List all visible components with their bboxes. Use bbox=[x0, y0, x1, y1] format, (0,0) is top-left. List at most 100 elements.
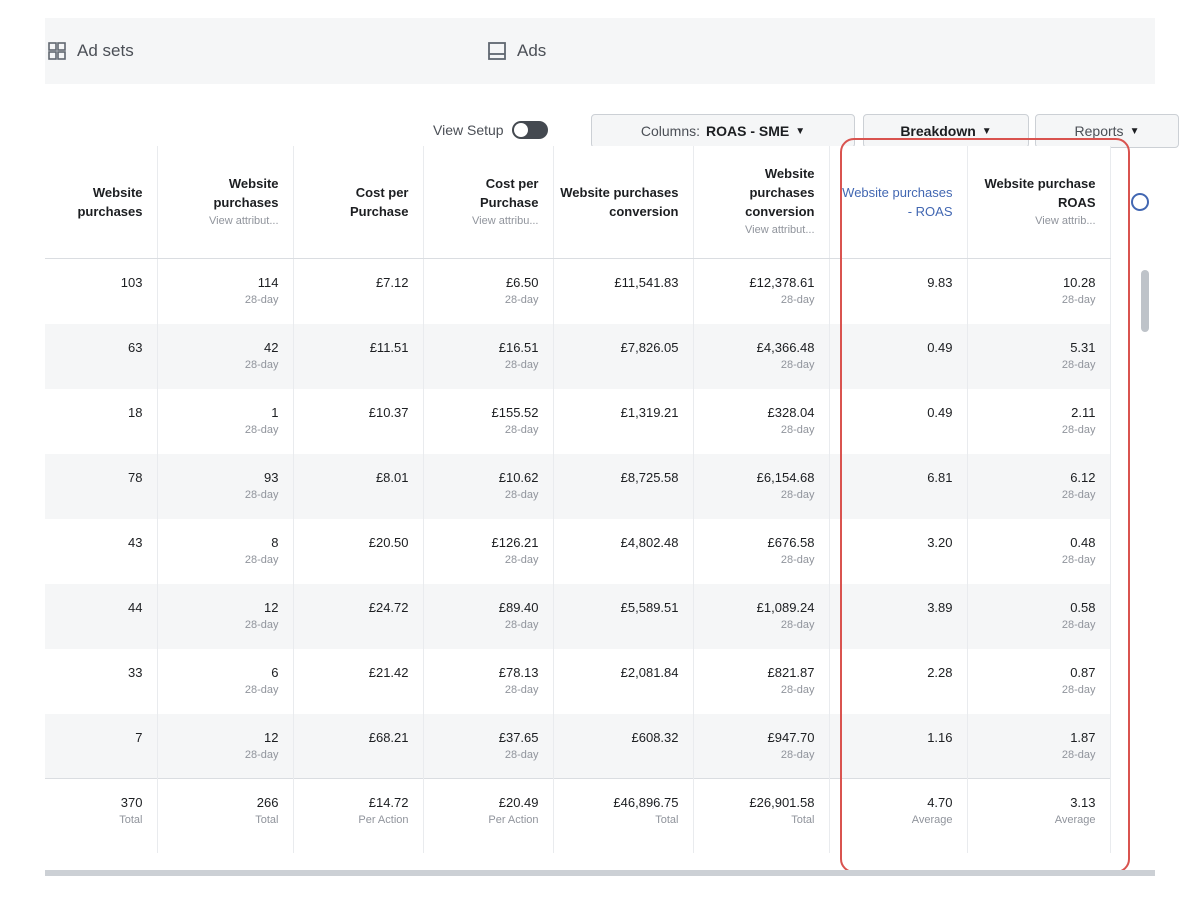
cell-sublabel: 28-day bbox=[780, 294, 815, 306]
table-cell: £608.32 bbox=[553, 713, 694, 779]
cell-value: 0.87 bbox=[1070, 664, 1096, 680]
tab-ads[interactable]: Ads bbox=[487, 36, 546, 66]
cell-value: £328.04 bbox=[767, 404, 815, 420]
table-row[interactable]: 43 8 28-day £20.50 £126.21 28-day £4,802.48 £67… bbox=[45, 518, 1111, 584]
cell-sublabel: 28-day bbox=[780, 423, 815, 436]
cell-value: 114 bbox=[257, 275, 279, 290]
table-cell: 0.49 bbox=[829, 388, 968, 454]
cell-value: 43 bbox=[128, 534, 143, 550]
cell-value: £24.72 bbox=[368, 599, 409, 615]
table-row[interactable]: 7 12 28-day £68.21 £37.65 28-day £608.32 £947.7… bbox=[45, 713, 1111, 779]
horizontal-scrollbar[interactable] bbox=[45, 870, 1155, 876]
cell-value: 6 bbox=[271, 664, 279, 680]
cell-sublabel: 28-day bbox=[244, 618, 279, 631]
tab-ads-label: Ads bbox=[517, 41, 547, 60]
table-cell: £8.01 bbox=[293, 453, 424, 519]
cell-value: £20.50 bbox=[368, 534, 409, 550]
cell-sublabel: 28-day bbox=[780, 488, 815, 501]
table-cell: 43 bbox=[45, 518, 158, 584]
table-row[interactable]: 33 6 28-day £21.42 £78.13 28-day £2,081.84 £821… bbox=[45, 648, 1111, 714]
cell-sublabel: 28-day bbox=[1061, 618, 1096, 631]
reports-dropdown[interactable]: Reports ▼ bbox=[1035, 114, 1179, 148]
column-header[interactable]: Website purchases View attribut... bbox=[157, 146, 294, 259]
table-cell: 12 28-day bbox=[157, 713, 294, 779]
table-cell: 6.81 bbox=[829, 453, 968, 519]
cell-sublabel: Average bbox=[1054, 814, 1096, 826]
cell-sublabel: 28-day bbox=[1061, 553, 1096, 566]
table-cell: 266 Total bbox=[157, 778, 294, 853]
table-cell: 5.31 28-day bbox=[967, 323, 1111, 389]
totals-row[interactable]: 370 Total 266 Total £14.72 Per Action £20.49 Pe… bbox=[45, 778, 1111, 853]
column-header[interactable]: Cost per Purchase View attribu... bbox=[423, 146, 554, 259]
table-cell: £8,725.58 bbox=[553, 453, 694, 519]
tab-ad-sets[interactable]: Ad sets bbox=[47, 36, 134, 66]
cell-sublabel: 28-day bbox=[244, 423, 279, 436]
column-header[interactable]: Website purchases bbox=[45, 146, 158, 259]
cell-value: 6.12 bbox=[1070, 469, 1096, 485]
cell-sublabel: Per Action bbox=[358, 814, 409, 826]
column-header[interactable]: Cost per Purchase bbox=[293, 146, 424, 259]
cell-value: 9.83 bbox=[927, 275, 953, 290]
view-setup-toggle[interactable] bbox=[511, 121, 548, 139]
table-cell: 0.48 28-day bbox=[967, 518, 1111, 584]
ad-icon bbox=[488, 42, 506, 60]
cell-value: 2.11 bbox=[1071, 404, 1096, 420]
cell-value: £26,901.58 bbox=[749, 795, 815, 810]
table-cell: £676.58 28-day bbox=[693, 518, 830, 584]
table-row[interactable]: 78 93 28-day £8.01 £10.62 28-day £8,725.58 £6,1… bbox=[45, 453, 1111, 519]
info-icon[interactable] bbox=[1131, 193, 1149, 211]
table-cell: £20.50 bbox=[293, 518, 424, 584]
table-cell: 12 28-day bbox=[157, 583, 294, 649]
cell-value: £947.70 bbox=[767, 729, 815, 745]
breakdown-dropdown[interactable]: Breakdown ▼ bbox=[863, 114, 1029, 148]
table-cell: £5,589.51 bbox=[553, 583, 694, 649]
cell-sublabel: 28-day bbox=[504, 553, 539, 566]
cell-value: 42 bbox=[264, 339, 279, 355]
cell-value: 5.31 bbox=[1070, 339, 1096, 355]
column-header[interactable]: Website purchases conversion View attribu… bbox=[693, 146, 830, 259]
cell-value: £16.51 bbox=[498, 339, 539, 355]
cell-value: £608.32 bbox=[631, 729, 679, 745]
cell-value: 370 bbox=[120, 795, 143, 810]
table-cell: £26,901.58 Total bbox=[693, 778, 830, 853]
column-header[interactable]: Website purchase ROAS View attrib... bbox=[967, 146, 1111, 259]
cell-value: 12 bbox=[264, 599, 279, 615]
table-cell: 42 28-day bbox=[157, 323, 294, 389]
table-cell: 6 28-day bbox=[157, 648, 294, 714]
columns-dropdown[interactable]: Columns: ROAS - SME ▼ bbox=[591, 114, 855, 148]
table-cell: £14.72 Per Action bbox=[293, 778, 424, 853]
cell-value: £6,154.68 bbox=[756, 469, 815, 485]
table-row[interactable]: 103 114 28-day £7.12 £6.50 28-day £11,541.83 £1… bbox=[45, 258, 1111, 324]
table-row[interactable]: 18 1 28-day £10.37 £155.52 28-day £1,319.21 £32… bbox=[45, 388, 1111, 454]
table-cell: £155.52 28-day bbox=[423, 388, 554, 454]
cell-sublabel: 28-day bbox=[1061, 294, 1096, 306]
cell-value: £11.51 bbox=[369, 339, 409, 355]
table-row[interactable]: 44 12 28-day £24.72 £89.40 28-day £5,589.51 £1,… bbox=[45, 583, 1111, 649]
cell-value: £8.01 bbox=[375, 469, 409, 485]
cell-sublabel: Average bbox=[911, 814, 953, 826]
table-cell: 2.11 28-day bbox=[967, 388, 1111, 454]
cell-value: £4,802.48 bbox=[620, 534, 679, 550]
cell-value: 33 bbox=[128, 664, 143, 680]
cell-sublabel: Total bbox=[119, 814, 143, 826]
cell-value: 78 bbox=[128, 469, 143, 485]
cell-value: 266 bbox=[256, 795, 279, 810]
reports-label: Reports bbox=[1074, 123, 1124, 139]
cell-value: 7 bbox=[135, 729, 143, 745]
table-cell: £20.49 Per Action bbox=[423, 778, 554, 853]
cell-sublabel: Total bbox=[655, 814, 679, 826]
table-row[interactable]: 63 42 28-day £11.51 £16.51 28-day £7,826.05 £4,… bbox=[45, 323, 1111, 389]
cell-value: £89.40 bbox=[498, 599, 539, 615]
vertical-scrollbar[interactable] bbox=[1141, 270, 1149, 332]
column-header[interactable]: Website purchases conversion bbox=[553, 146, 694, 259]
cell-value: 0.49 bbox=[927, 339, 953, 355]
table-cell: £11,541.83 bbox=[553, 258, 694, 324]
table-cell: 93 28-day bbox=[157, 453, 294, 519]
cell-value: £1,089.24 bbox=[756, 599, 815, 615]
view-setup[interactable]: View Setup bbox=[433, 114, 548, 146]
cell-sublabel: Total bbox=[791, 814, 815, 826]
column-header[interactable]: Website purchases - ROAS bbox=[829, 146, 968, 259]
table-cell: £68.21 bbox=[293, 713, 424, 779]
chevron-down-icon: ▼ bbox=[1129, 125, 1140, 137]
cell-value: £821.87 bbox=[767, 664, 815, 680]
